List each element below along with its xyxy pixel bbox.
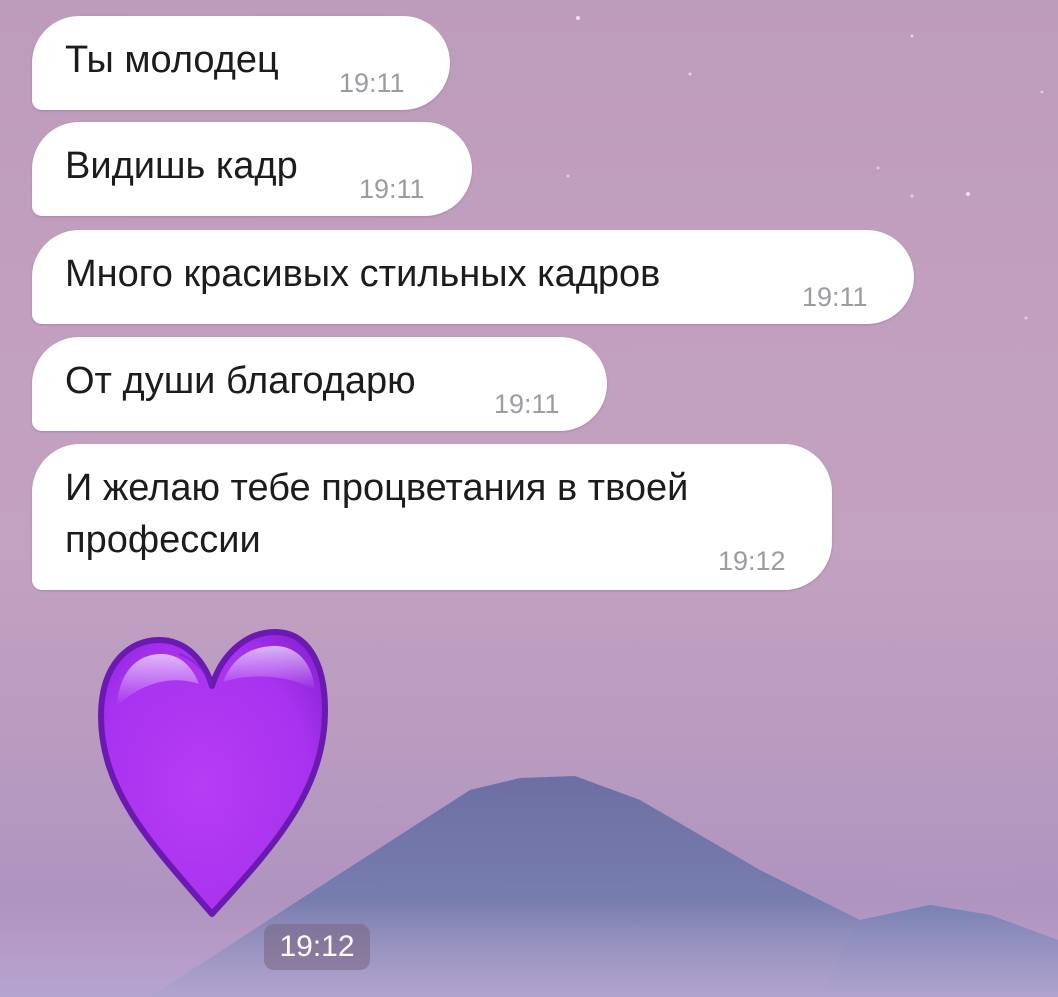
message-bubble[interactable]: И желаю тебе процветания в твоей професс…	[32, 444, 832, 590]
message-bubble[interactable]: Ты молодец 19:11	[32, 16, 450, 110]
message-text-line-1: И желаю тебе процветания в твоей	[65, 467, 689, 509]
message-text: От души благодарю	[65, 360, 416, 402]
message-text: Видишь кадр	[65, 145, 298, 187]
sticker-time-badge: 19:12	[264, 924, 370, 970]
message-text: Ты молодец	[65, 39, 279, 81]
message-time: 19:12	[718, 546, 786, 576]
message-time: 19:11	[339, 68, 405, 98]
message-time: 19:11	[802, 282, 868, 312]
message-bubble[interactable]: Видишь кадр 19:11	[32, 122, 472, 216]
message-text: Много красивых стильных кадров	[65, 253, 661, 295]
purple-heart-icon[interactable]	[95, 628, 329, 920]
message-bubble[interactable]: От души благодарю 19:11	[32, 337, 607, 431]
message-time: 19:11	[494, 389, 560, 419]
message-text-line-2: профессии	[65, 519, 261, 561]
message-time: 19:11	[359, 174, 425, 204]
message-bubble[interactable]: Много красивых стильных кадров 19:11	[32, 230, 914, 324]
